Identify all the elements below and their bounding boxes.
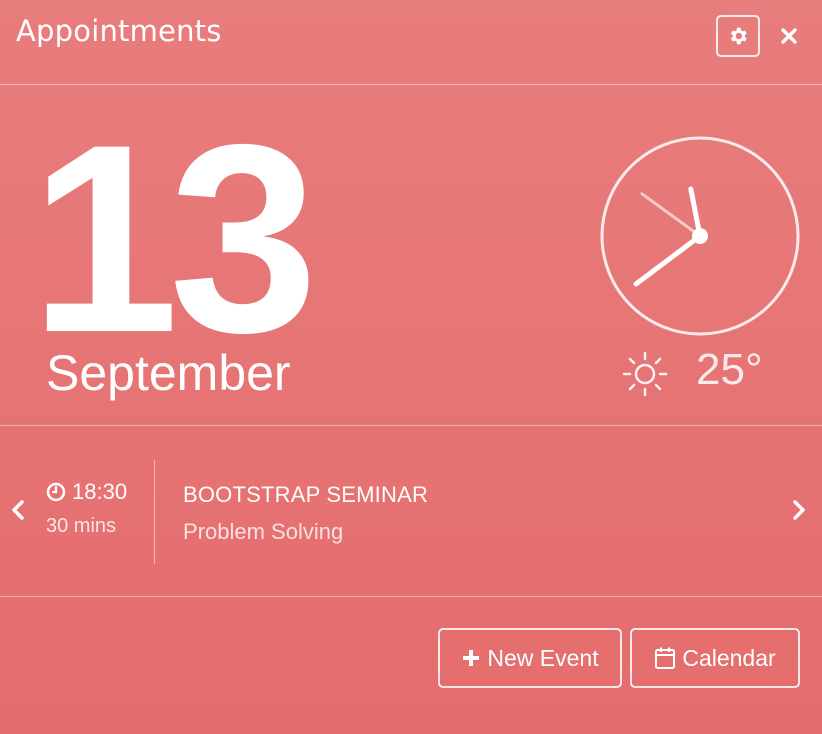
event-time: 18:30: [72, 479, 128, 504]
new-event-button[interactable]: New Event: [438, 628, 622, 688]
day-number: 13: [30, 88, 318, 388]
sun-icon: [622, 351, 668, 397]
plus-icon: [463, 650, 480, 666]
close-icon: [781, 28, 797, 44]
chevron-left-icon: [12, 500, 24, 520]
event-carousel: 18:30 30 mins BOOTSTRAP SEMINAR Problem …: [0, 427, 822, 597]
calendar-button[interactable]: Calendar: [630, 628, 800, 688]
next-event-button[interactable]: [789, 497, 809, 523]
widget-header: Appointments: [0, 0, 822, 85]
settings-button[interactable]: [716, 15, 760, 57]
event-duration: 30 mins: [46, 515, 117, 537]
prev-event-button[interactable]: [8, 497, 28, 523]
calendar-icon: [655, 647, 676, 669]
event-time-block: 18:30 30 mins: [46, 479, 127, 538]
calendar-label: Calendar: [682, 644, 776, 671]
event-title: BOOTSTRAP SEMINAR: [183, 482, 429, 507]
chevron-right-icon: [793, 500, 805, 520]
event-info: BOOTSTRAP SEMINAR Problem Solving: [183, 482, 428, 545]
widget-title: Appointments: [16, 14, 222, 48]
gear-icon: [730, 27, 747, 45]
close-button[interactable]: [776, 22, 802, 50]
clock-icon: [46, 482, 66, 502]
analog-clock: [600, 136, 800, 336]
event-divider: [154, 460, 155, 564]
widget-footer: New Event Calendar: [0, 598, 822, 734]
month-name: September: [46, 345, 291, 401]
new-event-label: New Event: [487, 644, 599, 671]
event-subtitle: Problem Solving: [183, 519, 344, 544]
temperature: 25°: [696, 345, 763, 394]
date-panel: 13 September 25°: [0, 86, 822, 426]
clock-minute-hand: [633, 233, 703, 287]
